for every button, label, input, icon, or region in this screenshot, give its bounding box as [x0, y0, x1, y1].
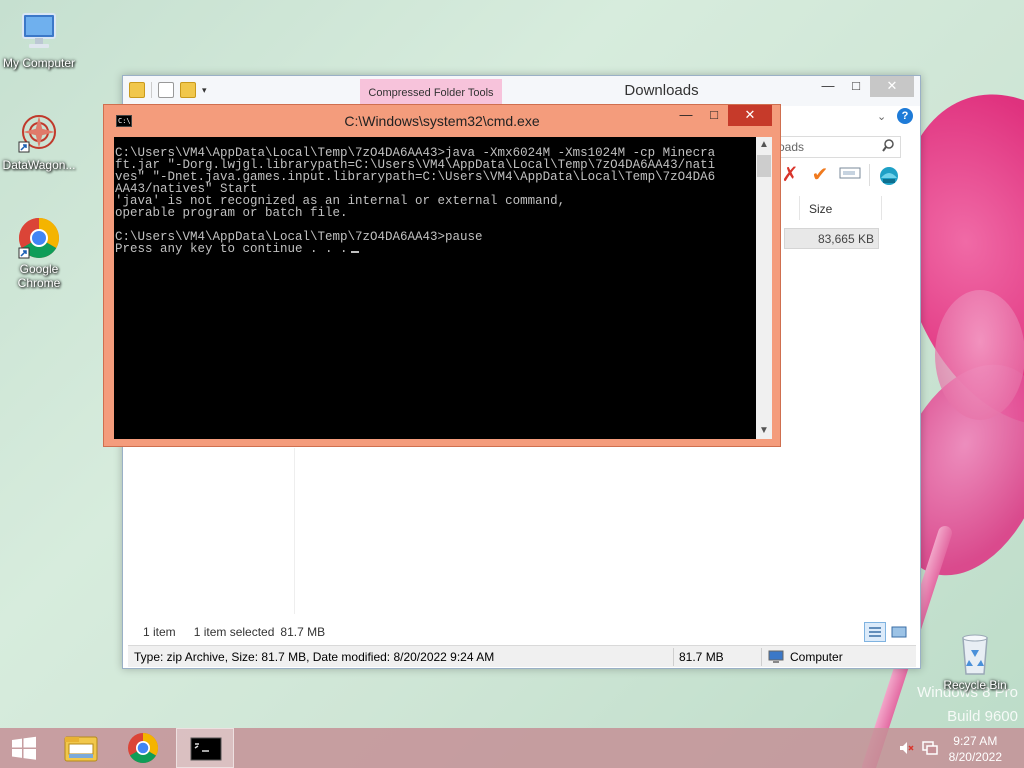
- volume-muted-icon[interactable]: [898, 740, 914, 756]
- selected-count: 1 item selected: [193, 625, 275, 639]
- desktop-icon-google-chrome[interactable]: Google Chrome: [0, 216, 78, 290]
- ribbon-right-controls: ⌄ ?: [773, 106, 921, 130]
- location-label: Computer: [790, 650, 843, 664]
- column-header-size[interactable]: Size: [809, 202, 832, 216]
- console-line: operable program or batch file.: [115, 206, 348, 220]
- details-separator: [673, 648, 674, 666]
- windows-logo-icon: [12, 736, 36, 760]
- help-icon[interactable]: ?: [897, 108, 913, 124]
- search-input[interactable]: oads: [771, 136, 901, 158]
- minimize-button[interactable]: —: [814, 76, 842, 97]
- cmd-titlebar[interactable]: C:\ C:\Windows\system32\cmd.exe — □ ✕: [104, 105, 780, 137]
- file-details-info: Type: zip Archive, Size: 81.7 MB, Date m…: [134, 650, 495, 664]
- rename-icon[interactable]: [839, 164, 861, 186]
- checkmark-icon[interactable]: ✔: [809, 164, 831, 186]
- details-bar: Type: zip Archive, Size: 81.7 MB, Date m…: [128, 645, 916, 667]
- desktop-icon-label: Recycle Bin: [943, 678, 1007, 692]
- desktop-icon-my-computer[interactable]: My Computer: [0, 10, 78, 70]
- file-row[interactable]: 83,665 KB: [784, 228, 879, 249]
- close-button[interactable]: ✕: [870, 76, 914, 97]
- taskbar-chrome[interactable]: [114, 728, 172, 768]
- chrome-icon: [128, 733, 159, 764]
- system-clock[interactable]: 9:27 AM 8/20/2022: [949, 733, 1002, 765]
- details-separator: [761, 648, 762, 666]
- file-size: 83,665 KB: [817, 232, 874, 246]
- desktop-icon-datawagon[interactable]: DataWagon...: [0, 112, 78, 172]
- maximize-button[interactable]: □: [842, 76, 870, 97]
- console-cursor: [350, 251, 359, 253]
- search-icon[interactable]: [882, 139, 894, 159]
- taskbar: 9:27 AM 8/20/2022: [0, 728, 1024, 768]
- view-buttons: [864, 622, 910, 642]
- selected-size: 81.7 MB: [280, 625, 326, 639]
- taskbar-file-explorer[interactable]: [52, 728, 110, 768]
- column-separator[interactable]: [799, 196, 800, 220]
- desktop-icon-label: My Computer: [2, 56, 76, 70]
- console-scrollbar[interactable]: ▲ ▼: [756, 137, 772, 439]
- scroll-thumb[interactable]: [757, 155, 771, 177]
- window-title: Downloads: [624, 82, 699, 99]
- network-icon[interactable]: [922, 740, 938, 756]
- file-details-location: Computer: [768, 650, 843, 664]
- start-button[interactable]: [0, 728, 58, 768]
- cmd-maximize-button[interactable]: □: [700, 105, 728, 126]
- scroll-up-arrow[interactable]: ▲: [756, 137, 772, 153]
- recycle-bin-icon: [951, 632, 999, 676]
- large-icons-view-icon[interactable]: [888, 622, 910, 642]
- status-bar: 1 item 1 item selected 81.7 MB: [143, 625, 325, 639]
- windows-watermark-build: Build 9600: [947, 708, 1018, 725]
- delete-x-icon[interactable]: ✗: [779, 164, 801, 186]
- console-output[interactable]: C:\Users\VM4\AppData\Local\Temp\7zO4DA6A…: [114, 137, 756, 439]
- cmd-icon: [190, 737, 222, 761]
- folder-icon: [64, 736, 98, 762]
- details-view-icon[interactable]: [864, 622, 886, 642]
- zip-toolbar: ✗ ✔: [779, 164, 900, 186]
- item-count: 1 item: [143, 625, 176, 639]
- cmd-window[interactable]: C:\ C:\Windows\system32\cmd.exe — □ ✕ C:…: [103, 104, 781, 447]
- scroll-down-arrow[interactable]: ▼: [756, 423, 772, 439]
- window-controls: — □ ✕: [814, 76, 914, 97]
- search-placeholder: oads: [778, 140, 805, 154]
- computer-small-icon: [768, 650, 784, 663]
- navigation-pane[interactable]: [129, 448, 295, 614]
- taskbar-cmd[interactable]: [176, 728, 234, 768]
- clock-date: 8/20/2022: [948, 750, 1002, 764]
- wallpaper-petal: [935, 290, 1024, 420]
- selection-info: 1 item selected 81.7 MB: [194, 625, 325, 639]
- cmd-close-button[interactable]: ✕: [728, 105, 772, 126]
- desktop-icon-label: DataWagon...: [2, 158, 76, 172]
- expand-ribbon-icon[interactable]: ⌄: [877, 110, 886, 123]
- cmd-window-controls: — □ ✕: [672, 105, 772, 126]
- desktop-icon-label: Google Chrome: [17, 262, 61, 290]
- cmd-minimize-button[interactable]: —: [672, 105, 700, 126]
- explorer-titlebar[interactable]: ▾ Compressed Folder Tools Downloads — □ …: [123, 76, 920, 106]
- chrome-icon: [15, 216, 63, 260]
- console-line: Press any key to continue . . .: [115, 243, 756, 255]
- datawagon-icon: [15, 112, 63, 156]
- desktop-icon-recycle-bin[interactable]: Recycle Bin: [936, 632, 1014, 692]
- shell-icon[interactable]: [878, 164, 900, 186]
- file-details-size: 81.7 MB: [679, 650, 724, 664]
- column-separator[interactable]: [881, 196, 882, 220]
- clock-time: 9:27 AM: [953, 734, 998, 748]
- toolbar-separator: [869, 164, 870, 186]
- computer-icon: [15, 10, 63, 54]
